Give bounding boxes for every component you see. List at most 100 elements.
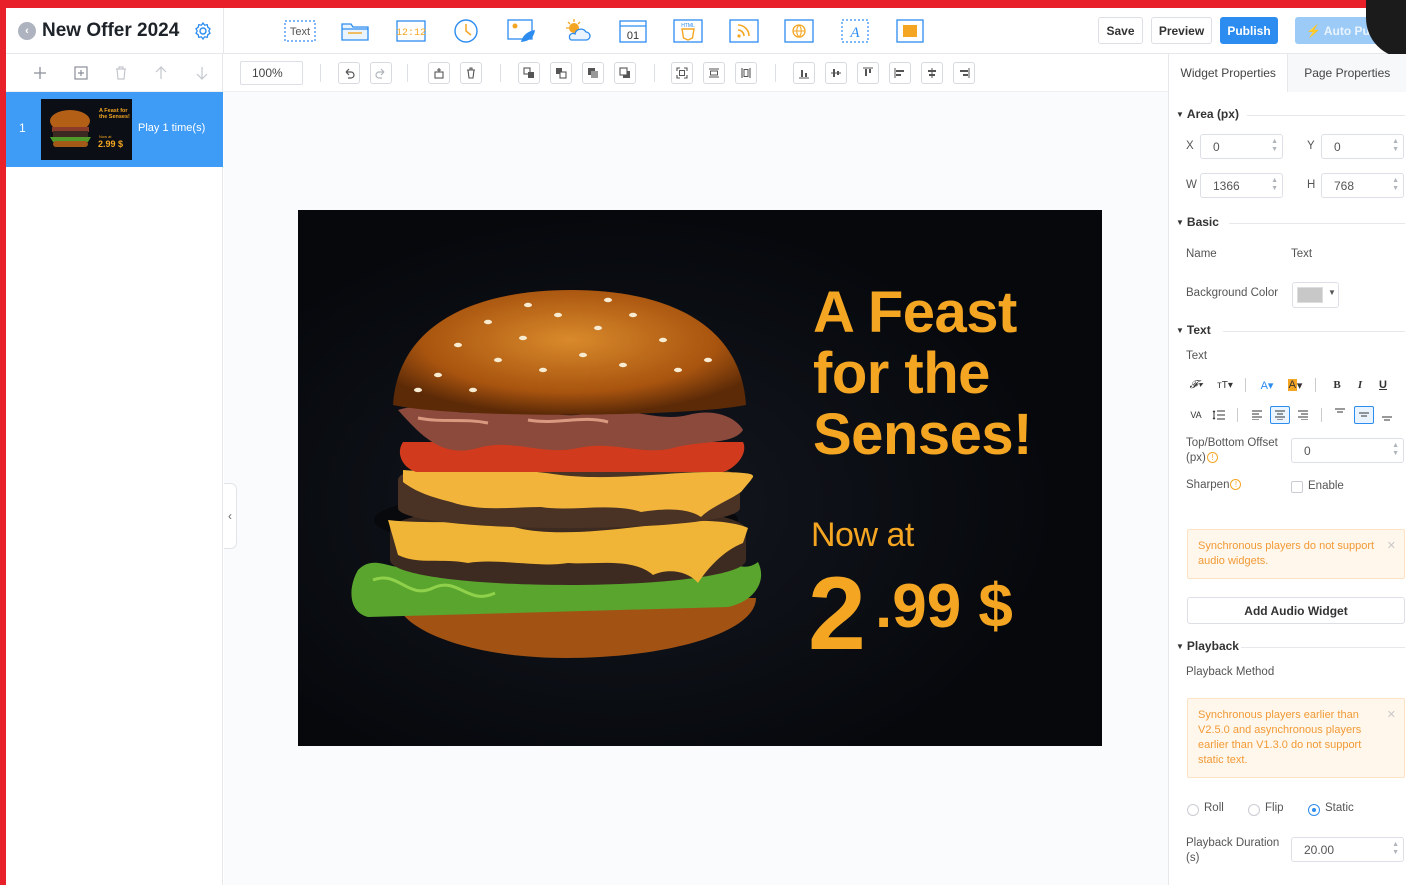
align-right-text-icon[interactable] [1293, 406, 1313, 424]
duplicate-slide-icon[interactable] [60, 54, 100, 92]
fit-screen-icon[interactable] [671, 62, 693, 84]
move-down-icon[interactable] [182, 54, 222, 92]
stepper-icon[interactable]: ▲ ▼ [1392, 138, 1399, 154]
price-decimal-text[interactable]: .99 $ [875, 572, 1013, 642]
weather-widget-icon[interactable] [550, 16, 606, 46]
h-input[interactable]: 768 ▲ ▼ [1321, 173, 1404, 198]
settings-gear-icon[interactable] [192, 20, 214, 42]
bold-icon[interactable]: B [1327, 376, 1347, 394]
vertical-align-bottom-icon[interactable] [1377, 408, 1397, 426]
price-integer-text[interactable]: 2 [808, 554, 866, 674]
font-size-icon[interactable]: тT▾ [1215, 376, 1235, 394]
copy-widget-icon[interactable] [428, 62, 450, 84]
close-icon[interactable]: ✕ [1387, 708, 1396, 723]
stepper-icon[interactable]: ▲ ▼ [1392, 177, 1399, 193]
bring-to-front-icon[interactable] [582, 62, 604, 84]
add-slide-icon[interactable] [20, 54, 60, 92]
w-input[interactable]: 1366 ▲ ▼ [1200, 173, 1283, 198]
info-icon[interactable]: ! [1206, 452, 1218, 464]
y-input[interactable]: 0 ▲ ▼ [1321, 134, 1404, 159]
send-to-back-icon[interactable] [614, 62, 636, 84]
vertical-align-middle-icon[interactable] [1354, 406, 1374, 424]
color-block-widget-icon[interactable] [883, 16, 939, 46]
align-left-icon[interactable] [889, 62, 911, 84]
font-color-icon[interactable]: A▾ [1257, 376, 1277, 394]
h-value: 768 [1334, 179, 1355, 193]
playback-duration-input[interactable]: 20.00 ▲ ▼ [1291, 837, 1404, 862]
now-at-text[interactable]: Now at [811, 516, 914, 555]
section-playback-header[interactable]: ▼ Playback [1176, 639, 1239, 653]
offset-input[interactable]: 0 ▲ ▼ [1291, 438, 1404, 463]
align-top-icon[interactable] [857, 62, 879, 84]
offset-label: Top/Bottom Offset (px)! [1186, 436, 1278, 466]
italic-icon[interactable]: I [1350, 376, 1370, 394]
move-up-icon[interactable] [141, 54, 181, 92]
sharpen-checkbox[interactable] [1291, 481, 1303, 493]
collapse-panel-toggle[interactable]: ‹ [224, 483, 237, 549]
digital-clock-widget-icon[interactable]: 12:12 [383, 16, 439, 46]
text-widget-icon[interactable]: Text [272, 16, 328, 46]
folder-widget-icon[interactable] [328, 16, 384, 46]
scroll-text-widget-icon[interactable]: A [827, 16, 883, 46]
web-widget-icon[interactable] [772, 16, 828, 46]
align-right-icon[interactable] [953, 62, 975, 84]
background-color-picker[interactable]: ▼ [1292, 282, 1339, 308]
section-basic-header[interactable]: ▼ Basic [1176, 215, 1219, 229]
fit-height-icon[interactable] [735, 62, 757, 84]
enable-label: Enable [1308, 480, 1344, 492]
clock-widget-icon[interactable] [439, 16, 495, 46]
slide-canvas[interactable]: A Feast for the Senses! Now at 2 .99 $ [298, 210, 1102, 746]
audio-warning-text: Synchronous players do not support audio… [1198, 540, 1375, 567]
slide-list-item[interactable]: 1 A Feast for the Senses! Now at 2.99 $ … [6, 92, 223, 167]
canvas-area: ‹ A Feast for the Senses! Now at 2 .99 $ [224, 92, 1168, 885]
section-area-header[interactable]: ▼ Area (px) [1176, 107, 1239, 121]
stepper-icon[interactable]: ▲ ▼ [1392, 442, 1399, 458]
preview-button[interactable]: Preview [1151, 17, 1212, 44]
rss-widget-icon[interactable] [716, 16, 772, 46]
toolbar-divider [654, 64, 655, 82]
save-button[interactable]: Save [1098, 17, 1143, 44]
calendar-widget-icon[interactable]: 01 [605, 16, 661, 46]
stepper-icon[interactable]: ▲ ▼ [1271, 138, 1278, 154]
static-radio[interactable] [1308, 804, 1320, 816]
align-center-text-icon[interactable] [1270, 406, 1290, 424]
redo-icon[interactable] [370, 62, 392, 84]
undo-icon[interactable] [338, 62, 360, 84]
close-icon[interactable]: ✕ [1387, 539, 1396, 554]
headline-text[interactable]: A Feast for the Senses! [813, 282, 1093, 465]
font-family-icon[interactable]: 𝓕▾ [1186, 376, 1206, 394]
flip-radio[interactable] [1248, 804, 1260, 816]
weather-image-widget-icon[interactable] [494, 16, 550, 46]
page-title: New Offer 2024 [42, 20, 180, 41]
delete-widget-icon[interactable] [460, 62, 482, 84]
back-icon[interactable]: ‹ [18, 22, 36, 40]
svg-text:01: 01 [627, 30, 639, 42]
underline-icon[interactable]: U [1373, 376, 1393, 394]
delete-slide-icon[interactable] [101, 54, 141, 92]
info-icon[interactable]: ! [1230, 479, 1242, 491]
publish-button[interactable]: Publish [1220, 17, 1278, 44]
line-height-icon[interactable] [1209, 406, 1229, 424]
editor-toolbar: 100% [224, 54, 1168, 92]
w-value: 1366 [1213, 179, 1240, 193]
zoom-select[interactable]: 100% [240, 61, 303, 85]
stepper-icon[interactable]: ▲ ▼ [1392, 841, 1399, 857]
add-audio-widget-button[interactable]: Add Audio Widget [1187, 597, 1405, 624]
roll-radio[interactable] [1187, 804, 1199, 816]
fit-width-icon[interactable] [703, 62, 725, 84]
stepper-icon[interactable]: ▲ ▼ [1271, 177, 1278, 193]
align-horizontal-center-icon[interactable] [921, 62, 943, 84]
bring-forward-icon[interactable] [518, 62, 540, 84]
tab-widget-properties[interactable]: Widget Properties [1169, 54, 1288, 92]
align-left-text-icon[interactable] [1247, 406, 1267, 424]
align-vertical-center-icon[interactable] [825, 62, 847, 84]
html-widget-icon[interactable]: HTML [661, 16, 717, 46]
tab-page-properties[interactable]: Page Properties [1287, 54, 1406, 92]
send-backward-icon[interactable] [550, 62, 572, 84]
align-bottom-icon[interactable] [793, 62, 815, 84]
highlight-color-icon[interactable]: A ▾ [1285, 376, 1305, 394]
x-input[interactable]: 0 ▲ ▼ [1200, 134, 1283, 159]
vertical-align-top-icon[interactable] [1330, 404, 1350, 422]
section-text-header[interactable]: ▼ Text [1176, 323, 1211, 337]
letter-spacing-icon[interactable]: VA [1186, 406, 1206, 424]
